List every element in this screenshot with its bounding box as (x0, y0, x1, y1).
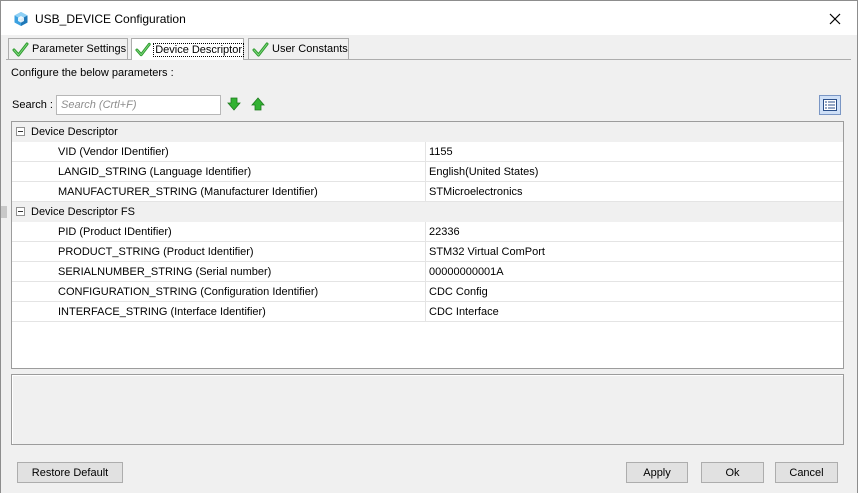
param-name: MANUFACTURER_STRING (Manufacturer Identi… (58, 186, 318, 198)
table-row[interactable]: CONFIGURATION_STRING (Configuration Iden… (12, 282, 843, 302)
table-row[interactable]: VID (Vendor IDentifier) 1155 (12, 142, 843, 162)
group-row-device-descriptor: Device Descriptor (12, 122, 843, 142)
search-next-down-arrow-icon[interactable] (227, 97, 241, 111)
check-icon (135, 42, 151, 57)
param-name: VID (Vendor IDentifier) (58, 146, 169, 158)
list-view-icon (823, 99, 837, 111)
check-icon (252, 42, 269, 56)
close-icon (829, 13, 841, 25)
param-value-cell[interactable]: CDC Interface (425, 302, 843, 321)
tab-device-descriptor[interactable]: Device Descriptor (131, 38, 244, 60)
param-value-cell[interactable]: English(United States) (425, 162, 843, 181)
tab-label: Parameter Settings (32, 43, 127, 55)
param-value: 00000000001A (429, 266, 504, 278)
group-name: Device Descriptor (31, 126, 118, 138)
tab-label: Device Descriptor (153, 42, 244, 57)
param-value: English(United States) (429, 166, 539, 178)
param-value: CDC Interface (429, 306, 499, 318)
collapse-toggle[interactable] (16, 207, 25, 216)
table-row[interactable]: INTERFACE_STRING (Interface Identifier) … (12, 302, 843, 322)
tab-user-constants[interactable]: User Constants (248, 38, 349, 59)
title-bar: USB_DEVICE Configuration (1, 1, 857, 35)
description-panel (11, 374, 844, 445)
param-value-cell[interactable]: STMicroelectronics (425, 182, 843, 201)
tab-label: User Constants (272, 43, 348, 55)
param-value: STMicroelectronics (429, 186, 523, 198)
check-icon (12, 42, 29, 56)
param-name: CONFIGURATION_STRING (Configuration Iden… (58, 286, 319, 298)
parameter-grid: Device Descriptor VID (Vendor IDentifier… (11, 121, 844, 369)
param-value-cell[interactable]: CDC Config (425, 282, 843, 301)
search-input[interactable] (56, 95, 221, 115)
param-value-cell[interactable]: 00000000001A (425, 262, 843, 281)
ok-button[interactable]: Ok (701, 462, 764, 483)
cancel-button[interactable]: Cancel (775, 462, 838, 483)
search-previous-up-arrow-icon[interactable] (251, 97, 265, 111)
restore-default-button[interactable]: Restore Default (17, 462, 123, 483)
param-value: 22336 (429, 226, 460, 238)
table-row[interactable]: PRODUCT_STRING (Product Identifier) STM3… (12, 242, 843, 262)
param-value: 1155 (429, 146, 453, 158)
param-name: LANGID_STRING (Language Identifier) (58, 166, 252, 178)
apply-button[interactable]: Apply (626, 462, 688, 483)
param-value-cell[interactable]: 22336 (425, 222, 843, 241)
table-row[interactable]: LANGID_STRING (Language Identifier) Engl… (12, 162, 843, 182)
toggle-view-button[interactable] (819, 95, 841, 115)
param-value: STM32 Virtual ComPort (429, 246, 545, 258)
group-name: Device Descriptor FS (31, 206, 135, 218)
param-name: PRODUCT_STRING (Product Identifier) (58, 246, 254, 258)
window-title: USB_DEVICE Configuration (35, 12, 186, 26)
tab-parameter-settings[interactable]: Parameter Settings (8, 38, 128, 59)
param-value-cell[interactable]: 1155 (425, 142, 843, 161)
table-row[interactable]: MANUFACTURER_STRING (Manufacturer Identi… (12, 182, 843, 202)
table-row[interactable]: PID (Product IDentifier) 22336 (12, 222, 843, 242)
button-bar: Restore Default Apply Ok Cancel (1, 453, 857, 493)
table-row[interactable]: SERIALNUMBER_STRING (Serial number) 0000… (12, 262, 843, 282)
param-value-cell[interactable]: STM32 Virtual ComPort (425, 242, 843, 261)
dialog-window: USB_DEVICE Configuration Parameter Setti… (0, 0, 858, 493)
param-name: INTERFACE_STRING (Interface Identifier) (58, 306, 266, 318)
collapse-toggle[interactable] (16, 127, 25, 136)
search-label: Search : (12, 99, 53, 111)
param-value: CDC Config (429, 286, 488, 298)
app-cube-icon (14, 12, 28, 26)
group-row-device-descriptor-fs: Device Descriptor FS (12, 202, 843, 222)
configure-label: Configure the below parameters : (11, 67, 174, 79)
close-button[interactable] (823, 8, 847, 30)
param-name: SERIALNUMBER_STRING (Serial number) (58, 266, 272, 278)
param-name: PID (Product IDentifier) (58, 226, 172, 238)
